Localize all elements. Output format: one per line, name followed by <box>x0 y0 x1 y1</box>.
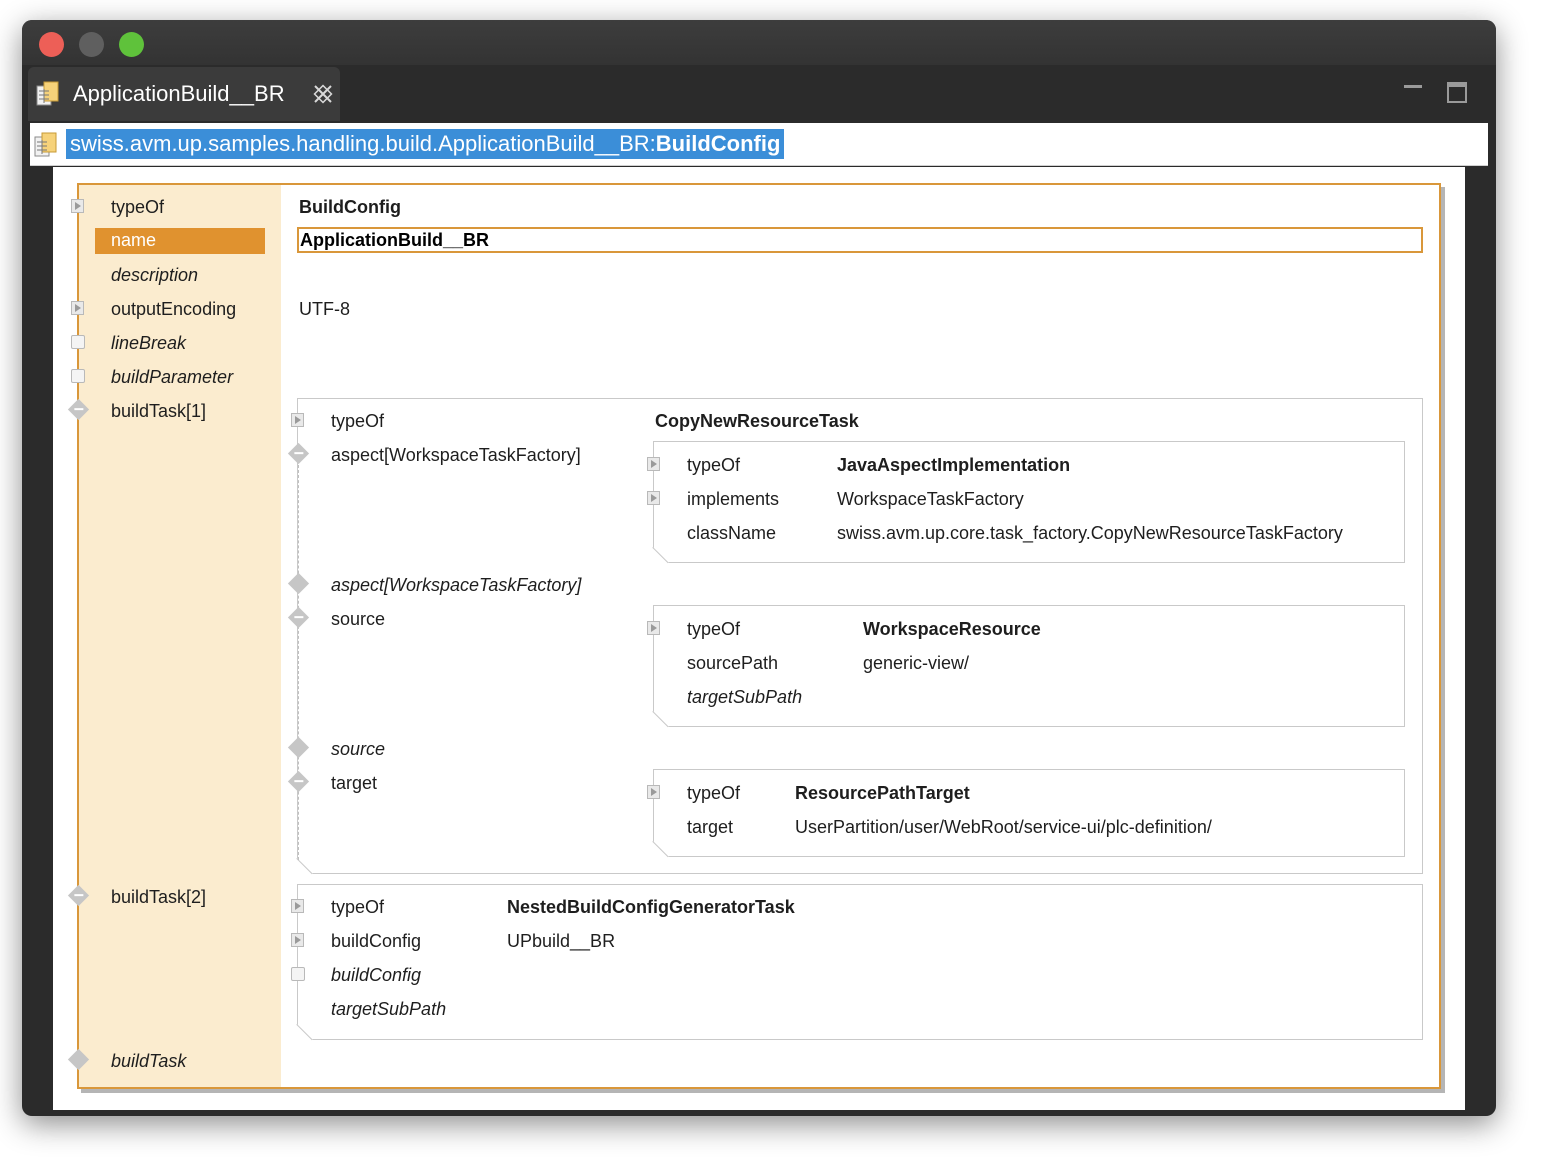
key-buildTask1: buildTask[1] <box>111 401 207 421</box>
document-table-icon <box>34 132 57 157</box>
key-buildConfig-add[interactable]: buildConfig <box>331 964 421 986</box>
key-targetSubPath[interactable]: targetSubPath <box>331 998 446 1020</box>
close-icon[interactable] <box>312 83 334 109</box>
buildTask2-box <box>297 884 1423 1040</box>
key-typeOf: typeOf <box>687 455 741 475</box>
expand-icon[interactable] <box>647 491 660 505</box>
expand-icon[interactable] <box>647 457 660 471</box>
key-aspect-add[interactable]: aspect[WorkspaceTaskFactory] <box>331 574 581 596</box>
key-typeOf: typeOf <box>111 197 165 217</box>
tree-line <box>298 465 299 860</box>
name-input[interactable]: ApplicationBuild__BR <box>297 227 1423 253</box>
key-name-selected[interactable]: name <box>95 228 265 254</box>
key-outputEncoding: outputEncoding <box>111 299 237 319</box>
key-source: source <box>331 609 386 629</box>
buildParameter-checkbox[interactable] <box>71 369 85 383</box>
value-typeOf: NestedBuildConfigGeneratorTask <box>507 897 795 917</box>
key-className: className <box>687 523 777 543</box>
key-target: target <box>687 817 734 837</box>
breadcrumb: swiss.avm.up.samples.handling.build.Appl… <box>30 123 1488 166</box>
key-buildTask-add[interactable]: buildTask <box>111 1050 186 1072</box>
key-description[interactable]: description <box>111 264 198 286</box>
value-outputEncoding[interactable]: UTF-8 <box>299 298 350 320</box>
key-aspect: aspect[WorkspaceTaskFactory] <box>331 445 581 465</box>
document-table-icon <box>36 81 59 106</box>
value-typeOf: ResourcePathTarget <box>795 783 970 803</box>
tab-strip: ApplicationBuild__BR <box>22 65 1496 121</box>
tree-line <box>78 420 79 1055</box>
expand-icon[interactable] <box>647 621 660 635</box>
value-typeOf: WorkspaceResource <box>863 619 1041 639</box>
value-target[interactable]: UserPartition/user/WebRoot/service-ui/pl… <box>795 816 1212 838</box>
editor-tab[interactable]: ApplicationBuild__BR <box>28 67 340 121</box>
zoom-window-button[interactable] <box>119 32 144 57</box>
key-buildParameter[interactable]: buildParameter <box>111 366 233 388</box>
value-buildConfig[interactable]: UPbuild__BR <box>507 930 615 952</box>
minimize-view-icon[interactable] <box>1404 85 1422 88</box>
expand-icon[interactable] <box>71 301 84 315</box>
key-typeOf: typeOf <box>687 619 741 639</box>
value-typeOf: CopyNewResourceTask <box>655 411 859 431</box>
buildConfig-checkbox[interactable] <box>291 967 305 981</box>
target-box <box>653 769 1405 857</box>
minimize-window-button[interactable] <box>79 32 104 57</box>
maximize-view-icon[interactable] <box>1447 82 1467 103</box>
key-column <box>79 185 281 1087</box>
breadcrumb-prefix: swiss.avm.up.samples.handling.build.Appl… <box>70 131 656 156</box>
key-lineBreak[interactable]: lineBreak <box>111 332 186 354</box>
key-buildTask2: buildTask[2] <box>111 887 207 907</box>
value-className[interactable]: swiss.avm.up.core.task_factory.CopyNewRe… <box>837 522 1343 544</box>
key-typeOf: typeOf <box>331 411 385 431</box>
breadcrumb-type: BuildConfig <box>655 131 781 156</box>
key-sourcePath: sourcePath <box>687 653 779 673</box>
key-typeOf: typeOf <box>687 783 741 803</box>
title-bar <box>22 20 1496 65</box>
key-implements: implements <box>687 489 780 509</box>
value-implements[interactable]: WorkspaceTaskFactory <box>837 488 1024 510</box>
expand-icon[interactable] <box>291 899 304 913</box>
key-name-label: name <box>111 230 157 250</box>
breadcrumb-path[interactable]: swiss.avm.up.samples.handling.build.Appl… <box>66 129 785 159</box>
tab-title: ApplicationBuild__BR <box>73 81 285 106</box>
expand-icon[interactable] <box>291 933 304 947</box>
value-typeOf: BuildConfig <box>299 197 401 217</box>
key-target: target <box>331 773 378 793</box>
close-window-button[interactable] <box>39 32 64 57</box>
key-source-add[interactable]: source <box>331 738 385 760</box>
expand-icon[interactable] <box>71 199 84 213</box>
key-buildConfig: buildConfig <box>331 931 422 951</box>
key-targetSubPath[interactable]: targetSubPath <box>687 686 802 708</box>
name-value: ApplicationBuild__BR <box>300 230 490 250</box>
value-typeOf: JavaAspectImplementation <box>837 455 1071 475</box>
key-typeOf: typeOf <box>331 897 385 917</box>
lineBreak-checkbox[interactable] <box>71 335 85 349</box>
expand-icon[interactable] <box>291 413 304 427</box>
value-sourcePath[interactable]: generic-view/ <box>863 652 969 674</box>
expand-icon[interactable] <box>647 785 660 799</box>
